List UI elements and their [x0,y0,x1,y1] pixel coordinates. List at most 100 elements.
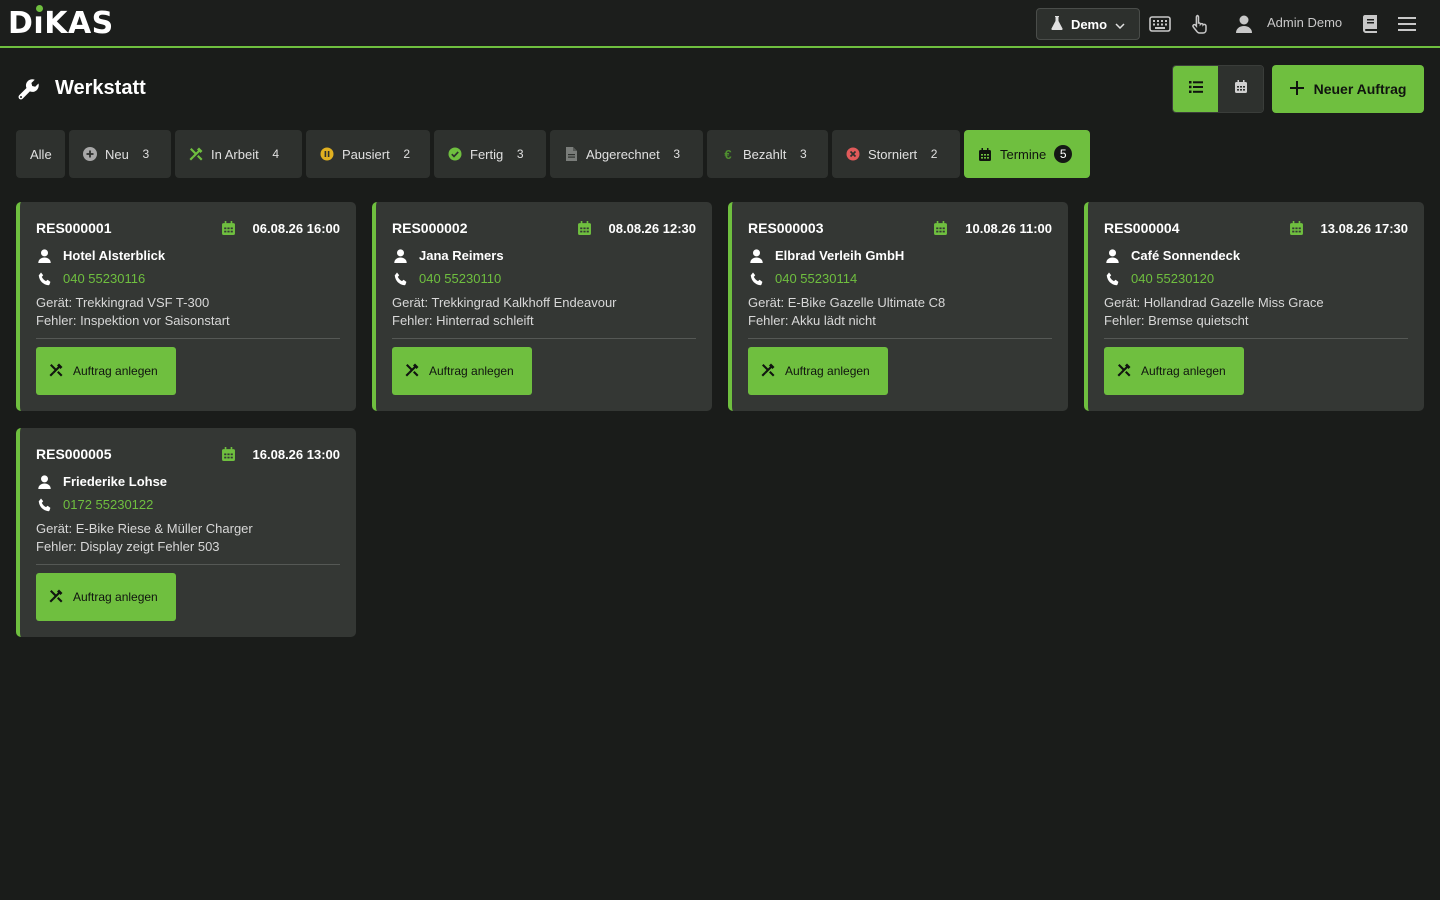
device-text: Gerät: E-Bike Riese & Müller Charger [36,521,253,536]
filter-count: 2 [930,147,938,161]
reservation-id: RES000005 [36,446,112,462]
filter-label: Bezahlt [743,146,787,162]
filter-label: Alle [30,146,52,162]
appointment-card[interactable]: RES000001 06.08.26 16:00 Hotel Alsterbli… [16,202,356,411]
document-icon [564,147,578,161]
appointment-card[interactable]: RES000002 08.08.26 12:30 Jana Reimers 04… [372,202,712,411]
appointment-date: 16.08.26 13:00 [252,447,340,462]
filter-storniert[interactable]: Storniert 2 [832,130,960,178]
create-order-button[interactable]: Auftrag anlegen [748,347,888,395]
tools-icon [189,147,203,161]
phone-link[interactable]: 0172 55230122 [63,497,153,512]
appointment-date: 06.08.26 16:00 [252,221,340,236]
calendar-icon [1290,221,1304,235]
create-order-button[interactable]: Auftrag anlegen [36,347,176,395]
appointment-date: 10.08.26 11:00 [965,221,1052,236]
filter-abgerechnet[interactable]: Abgerechnet 3 [550,130,703,178]
phone-icon [394,272,408,286]
hamburger-menu-icon[interactable] [1395,12,1419,36]
create-order-label: Auftrag anlegen [73,590,158,604]
user-icon[interactable] [1232,12,1256,36]
filter-label: Fertig [470,146,504,162]
tools-icon [405,363,419,380]
filter-termine[interactable]: Termine 5 [964,130,1090,178]
fault-text: Fehler: Bremse quietscht [1104,313,1249,328]
demo-button[interactable]: Demo [1036,8,1140,40]
device-text: Gerät: Trekkingrad Kalkhoff Endeavour [392,295,617,310]
filter-label: Termine [1000,146,1047,162]
touch-icon[interactable] [1188,12,1212,36]
list-view-button[interactable] [1173,66,1218,112]
reservation-id: RES000001 [36,220,112,236]
filter-in-arbeit[interactable]: In Arbeit 4 [175,130,302,178]
reservation-id: RES000003 [748,220,824,236]
divider [36,564,340,565]
new-order-button[interactable]: Neuer Auftrag [1272,65,1424,113]
filter-count: 3 [800,147,807,161]
customer-name: Jana Reimers [419,248,504,263]
reservation-id: RES000002 [392,220,468,236]
phone-link[interactable]: 040 55230116 [63,271,145,286]
page-title: Werkstatt [55,77,146,99]
calendar-icon [222,447,236,461]
appointment-card[interactable]: RES000003 10.08.26 11:00 Elbrad Verleih … [728,202,1068,411]
divider [392,338,696,339]
app-logo[interactable]: DıKAS [8,5,114,42]
filter-neu[interactable]: Neu 3 [69,130,171,178]
plus-circle-icon [83,147,97,161]
calendar-view-button[interactable] [1218,66,1263,112]
filter-count: 3 [142,147,150,161]
phone-link[interactable]: 040 55230114 [775,271,857,286]
appointment-card[interactable]: RES000004 13.08.26 17:30 Café Sonnendeck… [1084,202,1424,411]
book-icon[interactable] [1358,12,1382,36]
customer-name: Elbrad Verleih GmbH [775,248,905,263]
person-icon [38,249,52,263]
new-order-label: Neuer Auftrag [1313,81,1407,97]
calendar-icon [222,221,236,235]
check-circle-icon [448,147,462,161]
fault-text: Fehler: Hinterrad schleift [392,313,534,328]
divider [36,338,340,339]
tools-icon [49,589,63,606]
person-icon [750,249,764,263]
phone-icon [750,272,764,286]
fault-text: Fehler: Inspektion vor Saisonstart [36,313,230,328]
filter-bezahlt[interactable]: € Bezahlt 3 [707,130,828,178]
filter-count: 4 [272,147,280,161]
filter-count: 2 [403,147,411,161]
list-icon [1188,80,1203,98]
filter-fertig[interactable]: Fertig 3 [434,130,546,178]
keyboard-icon[interactable] [1148,12,1172,36]
create-order-button[interactable]: Auftrag anlegen [392,347,532,395]
create-order-button[interactable]: Auftrag anlegen [1104,347,1244,395]
divider [1104,338,1408,339]
filter-pausiert[interactable]: Pausiert 2 [306,130,430,178]
calendar-icon [934,221,948,235]
create-order-label: Auftrag anlegen [73,364,158,378]
person-icon [394,249,408,263]
fault-text: Fehler: Display zeigt Fehler 503 [36,539,220,554]
reservation-id: RES000004 [1104,220,1180,236]
person-icon [1106,249,1120,263]
customer-name: Café Sonnendeck [1131,248,1241,263]
wrench-icon [18,78,40,100]
demo-label: Demo [1070,16,1108,32]
person-icon [38,475,52,489]
create-order-label: Auftrag anlegen [429,364,514,378]
create-order-button[interactable]: Auftrag anlegen [36,573,176,621]
filter-label: Abgerechnet [586,146,660,162]
create-order-label: Auftrag anlegen [785,364,870,378]
phone-link[interactable]: 040 55230110 [419,271,501,286]
create-order-label: Auftrag anlegen [1141,364,1226,378]
appointment-card[interactable]: RES000005 16.08.26 13:00 Friederike Lohs… [16,428,356,637]
filter-label: In Arbeit [211,146,259,162]
user-name[interactable]: Admin Demo [1267,15,1342,30]
device-text: Gerät: E-Bike Gazelle Ultimate C8 [748,295,946,310]
filter-alle[interactable]: Alle [16,130,65,178]
device-text: Gerät: Trekkingrad VSF T-300 [36,295,210,310]
calendar-icon [578,221,592,235]
calendar-icon [1234,80,1247,98]
phone-link[interactable]: 040 55230120 [1131,271,1214,286]
filter-count: 3 [516,147,524,161]
filter-label: Pausiert [342,146,390,162]
